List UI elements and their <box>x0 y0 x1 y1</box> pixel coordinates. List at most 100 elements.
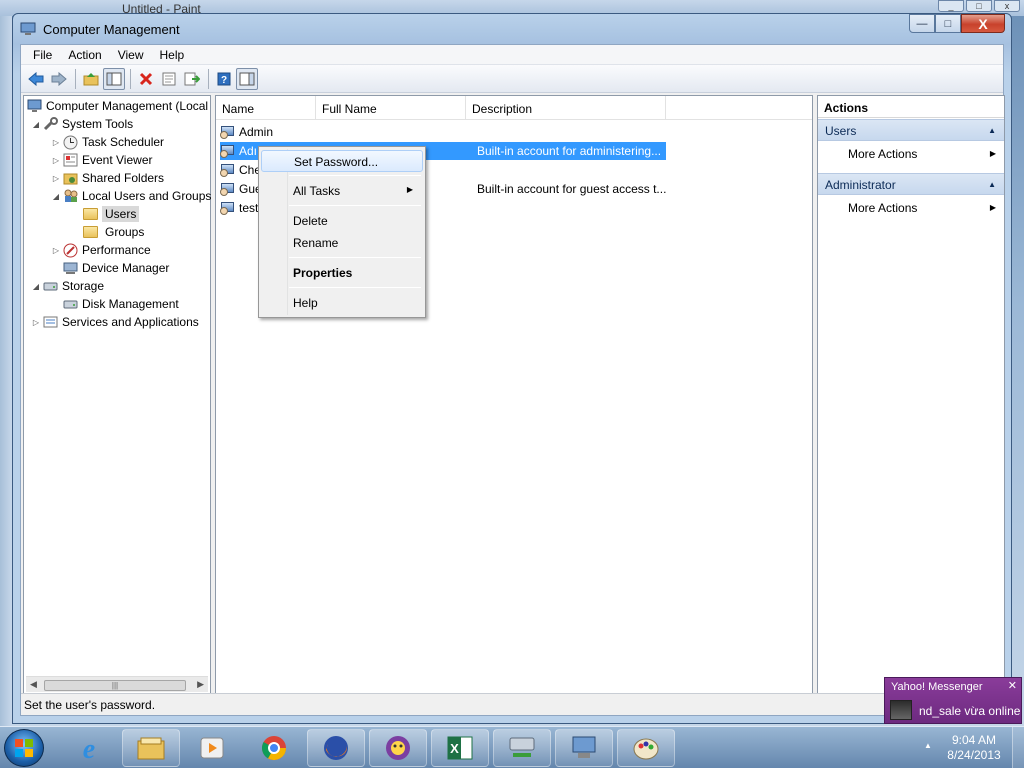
list-row-test[interactable]: test <box>220 199 258 217</box>
menu-item-rename[interactable]: Rename <box>261 232 423 254</box>
context-menu: Set Password... All Tasks ▶ Delete Renam… <box>258 146 426 318</box>
expand-arrow-icon[interactable]: ▷ <box>50 156 62 165</box>
collapse-arrow-icon[interactable]: ◢ <box>30 120 42 129</box>
user-icon <box>220 125 236 140</box>
menu-separator <box>289 287 421 288</box>
paint-icon[interactable] <box>617 729 675 767</box>
scroll-left-icon[interactable]: ◀ <box>30 679 37 690</box>
network-computer-icon[interactable] <box>555 729 613 767</box>
internet-explorer-icon[interactable]: e <box>60 729 118 767</box>
excel-icon[interactable]: X <box>431 729 489 767</box>
tree-label: Task Scheduler <box>82 135 165 149</box>
expand-arrow-icon[interactable]: ▷ <box>50 138 62 147</box>
submenu-arrow-icon: ▶ <box>406 185 413 194</box>
tree-item-storage[interactable]: ◢ Storage <box>30 277 104 295</box>
menu-item-help[interactable]: Help <box>261 292 423 314</box>
window-controls: — □ X <box>909 14 1005 33</box>
tree-label: Computer Management (Local <box>46 99 209 113</box>
close-button[interactable]: X <box>961 14 1005 33</box>
show-desktop-button[interactable] <box>1012 727 1024 768</box>
help-icon[interactable]: ? <box>213 68 235 90</box>
tree-item-performance[interactable]: ▷ Performance <box>50 241 151 259</box>
menu-item-delete[interactable]: Delete <box>261 210 423 232</box>
more-actions-users[interactable]: More Actions ▶ <box>848 144 1004 164</box>
tree-item-shared-folders[interactable]: ▷ Shared Folders <box>50 169 164 187</box>
tree-item-event-viewer[interactable]: ▷ Event Viewer <box>50 151 153 169</box>
menu-action[interactable]: Action <box>60 45 109 64</box>
menu-item-all-tasks[interactable]: All Tasks ▶ <box>261 180 423 202</box>
show-hidden-icons-icon[interactable]: ▲ <box>924 741 932 750</box>
chrome-icon[interactable] <box>245 729 303 767</box>
tree-label: Disk Management <box>82 297 179 311</box>
yahoo-messenger-icon[interactable] <box>369 729 427 767</box>
title-bar[interactable]: Computer Management — □ X <box>13 14 1011 44</box>
column-full-name[interactable]: Full Name <box>316 96 466 120</box>
column-description[interactable]: Description <box>466 96 666 120</box>
computer-management-taskbar-icon[interactable] <box>493 729 551 767</box>
back-arrow-icon[interactable] <box>25 68 47 90</box>
maximize-button[interactable]: □ <box>935 14 961 33</box>
menu-separator <box>289 257 421 258</box>
collapse-arrow-icon[interactable]: ◢ <box>30 282 42 291</box>
menu-help[interactable]: Help <box>152 45 193 64</box>
tree-item-users[interactable]: Users <box>82 205 140 223</box>
close-icon[interactable]: ✕ <box>1008 679 1017 692</box>
up-folder-icon[interactable] <box>80 68 102 90</box>
list-row-admin[interactable]: Admin <box>220 123 273 141</box>
show-hide-action-pane-icon[interactable] <box>236 67 258 90</box>
event-log-icon <box>62 153 78 168</box>
horizontal-scrollbar[interactable]: ◀ ||| ▶ <box>26 676 208 692</box>
show-hide-tree-icon[interactable] <box>103 67 125 90</box>
collapse-up-icon[interactable]: ▲ <box>988 126 996 135</box>
toolbar: ? <box>21 65 1003 93</box>
tree-item-local-users-groups[interactable]: ◢ Local Users and Groups <box>50 187 211 205</box>
menu-item-set-password[interactable]: Set Password... <box>261 150 423 172</box>
list-row-che[interactable]: Che <box>220 161 261 179</box>
tree-label: Users <box>102 206 140 222</box>
menu-view[interactable]: View <box>110 45 152 64</box>
delete-icon[interactable] <box>135 68 157 90</box>
tree-label: Local Users and Groups <box>82 189 212 203</box>
computer-management-icon <box>20 22 36 35</box>
tree-item-device-manager[interactable]: Device Manager <box>62 259 169 277</box>
expand-arrow-icon[interactable]: ▷ <box>50 174 62 183</box>
actions-group-users[interactable]: Users ▲ <box>818 119 1004 141</box>
avatar <box>890 700 912 720</box>
menu-item-properties[interactable]: Properties <box>261 262 423 284</box>
console-tree: Computer Management (Local ◢ System Tool… <box>23 95 211 695</box>
properties-icon[interactable] <box>158 68 180 90</box>
more-actions-administrator[interactable]: More Actions ▶ <box>848 198 1004 218</box>
clock[interactable]: 9:04 AM 8/24/2013 <box>942 733 1006 763</box>
tree-item-services-applications[interactable]: ▷ Services and Applications <box>30 313 199 331</box>
disabled-user-icon <box>220 201 236 216</box>
collapse-arrow-icon[interactable]: ◢ <box>50 192 62 201</box>
list-row-administrator[interactable]: Adı Built-in account for administering..… <box>220 142 661 160</box>
start-button[interactable] <box>4 729 44 767</box>
expand-arrow-icon[interactable]: ▷ <box>50 246 62 255</box>
collapse-up-icon[interactable]: ▲ <box>988 180 996 189</box>
tree-item-task-scheduler[interactable]: ▷ Task Scheduler <box>50 133 164 151</box>
toolbar-separator <box>130 68 131 89</box>
tree-label: Shared Folders <box>82 171 165 185</box>
scroll-right-icon[interactable]: ▶ <box>197 679 204 690</box>
desktop-edge <box>0 16 12 726</box>
scrollbar-thumb[interactable]: ||| <box>44 680 186 691</box>
forward-arrow-icon[interactable] <box>48 68 70 90</box>
actions-group-administrator[interactable]: Administrator ▲ <box>818 173 1004 195</box>
export-list-icon[interactable] <box>181 68 203 90</box>
tree-item-disk-management[interactable]: Disk Management <box>62 295 179 313</box>
tree-item-root[interactable]: Computer Management (Local <box>26 97 208 115</box>
minimize-button[interactable]: — <box>909 14 935 33</box>
yahoo-messenger-notification[interactable]: Yahoo! Messenger ✕ nd_sale vừa online <box>884 677 1022 724</box>
user-name: test <box>239 201 259 215</box>
windows-explorer-icon[interactable] <box>122 729 180 767</box>
menu-file[interactable]: File <box>25 45 60 64</box>
media-player-icon[interactable] <box>183 729 241 767</box>
firefox-icon[interactable] <box>307 729 365 767</box>
tree-item-groups[interactable]: Groups <box>82 223 144 241</box>
expand-arrow-icon[interactable]: ▷ <box>30 318 42 327</box>
list-row-guest[interactable]: Gue Built-in account for guest access t.… <box>220 180 666 198</box>
column-name[interactable]: Name <box>216 96 316 120</box>
tree-item-system-tools[interactable]: ◢ System Tools <box>30 115 133 133</box>
background-window-controls: _ □ x <box>938 0 1020 12</box>
